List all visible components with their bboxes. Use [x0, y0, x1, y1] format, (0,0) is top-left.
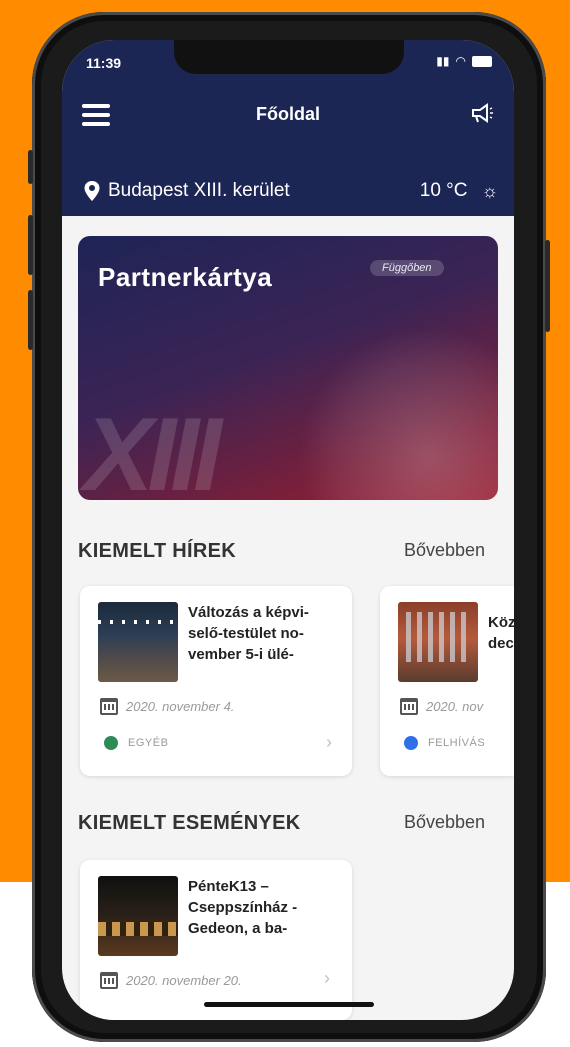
battery-icon [472, 55, 492, 67]
calendar-icon [100, 698, 118, 715]
news-title: Változás a képvi- selő-testület no- vemb… [188, 604, 309, 663]
partner-card[interactable]: XIII Partnerkártya Függőben [78, 236, 498, 500]
news-section-title: KIEMELT HÍREK [78, 540, 236, 562]
events-more-link[interactable]: Bővebben [404, 812, 485, 833]
map-pin-icon [84, 181, 100, 201]
category-dot [104, 736, 118, 750]
event-card[interactable]: PénteK13 – Cseppszínház - Gedeon, a ba- … [80, 860, 352, 1020]
events-section-title: KIEMELT ESEMÉNYEK [78, 812, 301, 834]
news-thumbnail [98, 602, 178, 682]
news-title: Köz dec [488, 614, 514, 652]
news-more-link[interactable]: Bővebben [404, 540, 485, 561]
card-title: Partnerkártya [98, 262, 273, 292]
calendar-icon [400, 698, 418, 715]
news-category: FELHÍVÁS [404, 736, 485, 750]
phone-volume-down [28, 290, 33, 350]
megaphone-icon[interactable] [470, 102, 494, 130]
phone-volume-up [28, 215, 33, 275]
status-time: 11:39 [86, 55, 122, 71]
news-date: 2020. november 4. [100, 698, 234, 715]
calendar-icon [100, 972, 118, 989]
card-glow [298, 326, 498, 500]
sun-icon: ☼ [481, 180, 499, 201]
chevron-right-icon[interactable]: › [326, 732, 332, 753]
location-row: Budapest XIII. kerület 10 °C ☼ [84, 180, 498, 202]
news-date: 2020. nov [400, 698, 483, 715]
event-thumbnail [98, 876, 178, 956]
event-date: 2020. november 20. [100, 972, 242, 989]
news-card[interactable]: Köz dec 2020. nov FELHÍVÁS [380, 586, 514, 776]
temperature: 10 °C [419, 180, 468, 201]
signal-icon: ▮▮ [436, 54, 450, 68]
status-bar-icons: ▮▮ ◠ [436, 54, 492, 68]
page-title: Főoldal [256, 104, 320, 124]
news-thumbnail [398, 602, 478, 682]
phone-power-button [545, 240, 550, 332]
phone-mute-switch [28, 150, 33, 184]
news-category: EGYÉB [104, 736, 168, 750]
status-badge: Függőben [370, 260, 444, 276]
news-card[interactable]: Változás a képvi- selő-testület no- vemb… [80, 586, 352, 776]
location-label: Budapest XIII. kerület [108, 180, 290, 201]
wifi-icon: ◠ [455, 54, 466, 68]
phone-screen: 11:39 ▮▮ ◠ Főoldal Budapest XIII. kerüle… [62, 40, 514, 1020]
event-title: PénteK13 – Cseppszínház - Gedeon, a ba- [188, 878, 298, 937]
chevron-right-icon[interactable]: › [324, 968, 330, 989]
category-dot [404, 736, 418, 750]
notch [174, 40, 404, 74]
card-watermark: XIII [84, 397, 222, 500]
home-indicator [204, 1002, 374, 1007]
